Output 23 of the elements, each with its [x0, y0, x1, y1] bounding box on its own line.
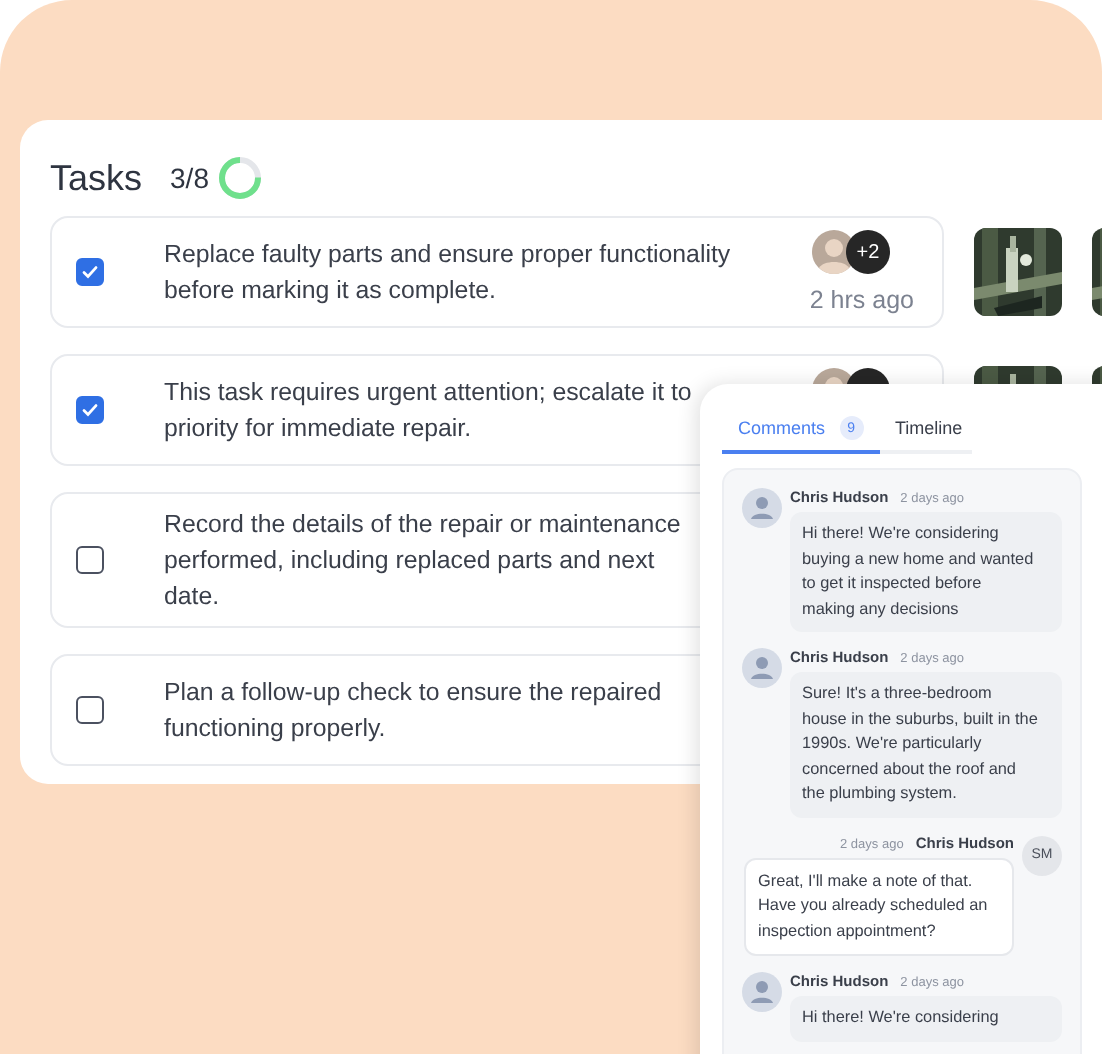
card-title: Tasks	[50, 157, 143, 199]
checkbox[interactable]	[76, 696, 104, 724]
user-avatar-icon	[742, 648, 782, 688]
task-count: 3/8	[170, 162, 209, 194]
comment-bubble: Hi there! We're considering	[790, 996, 1062, 1041]
user-avatar-icon	[742, 972, 782, 1012]
more-count: +2	[846, 230, 890, 274]
checkbox[interactable]	[76, 546, 104, 574]
comment-bubble: Great, I'll make a note of that. Have you already scheduled an inspection appointment?	[744, 857, 1014, 956]
task-text: Replace faulty parts and ensure proper functionality before marking it as complete.	[164, 238, 731, 308]
task-text: Plan a follow-up check to ensure the repaired functioning properly.	[164, 676, 662, 746]
comment-bubble: Sure! It's a three-bedroom house in the suburbs, built in the 1990s. We're particularly concerned about the roof and the plumbing system.	[790, 672, 1062, 817]
comment-bubble: Hi there! We're considering buying a new home and wanted to get it inspected before making any decisions	[790, 512, 1062, 632]
task-time: 2 hrs ago	[809, 286, 914, 314]
progress-ring	[216, 154, 265, 202]
task-text: This task requires urgent attention; escalate it to priority for immediate repair.	[164, 376, 692, 446]
checkbox[interactable]	[76, 396, 104, 424]
tab[interactable]: Timeline	[879, 404, 979, 454]
task-text: Record the details of the repair or maintenance performed, including replaced parts and next date.	[164, 508, 681, 614]
check-icon	[80, 400, 100, 420]
user-avatar-icon	[742, 488, 782, 528]
checkbox[interactable]	[76, 258, 104, 286]
check-icon	[80, 262, 100, 282]
